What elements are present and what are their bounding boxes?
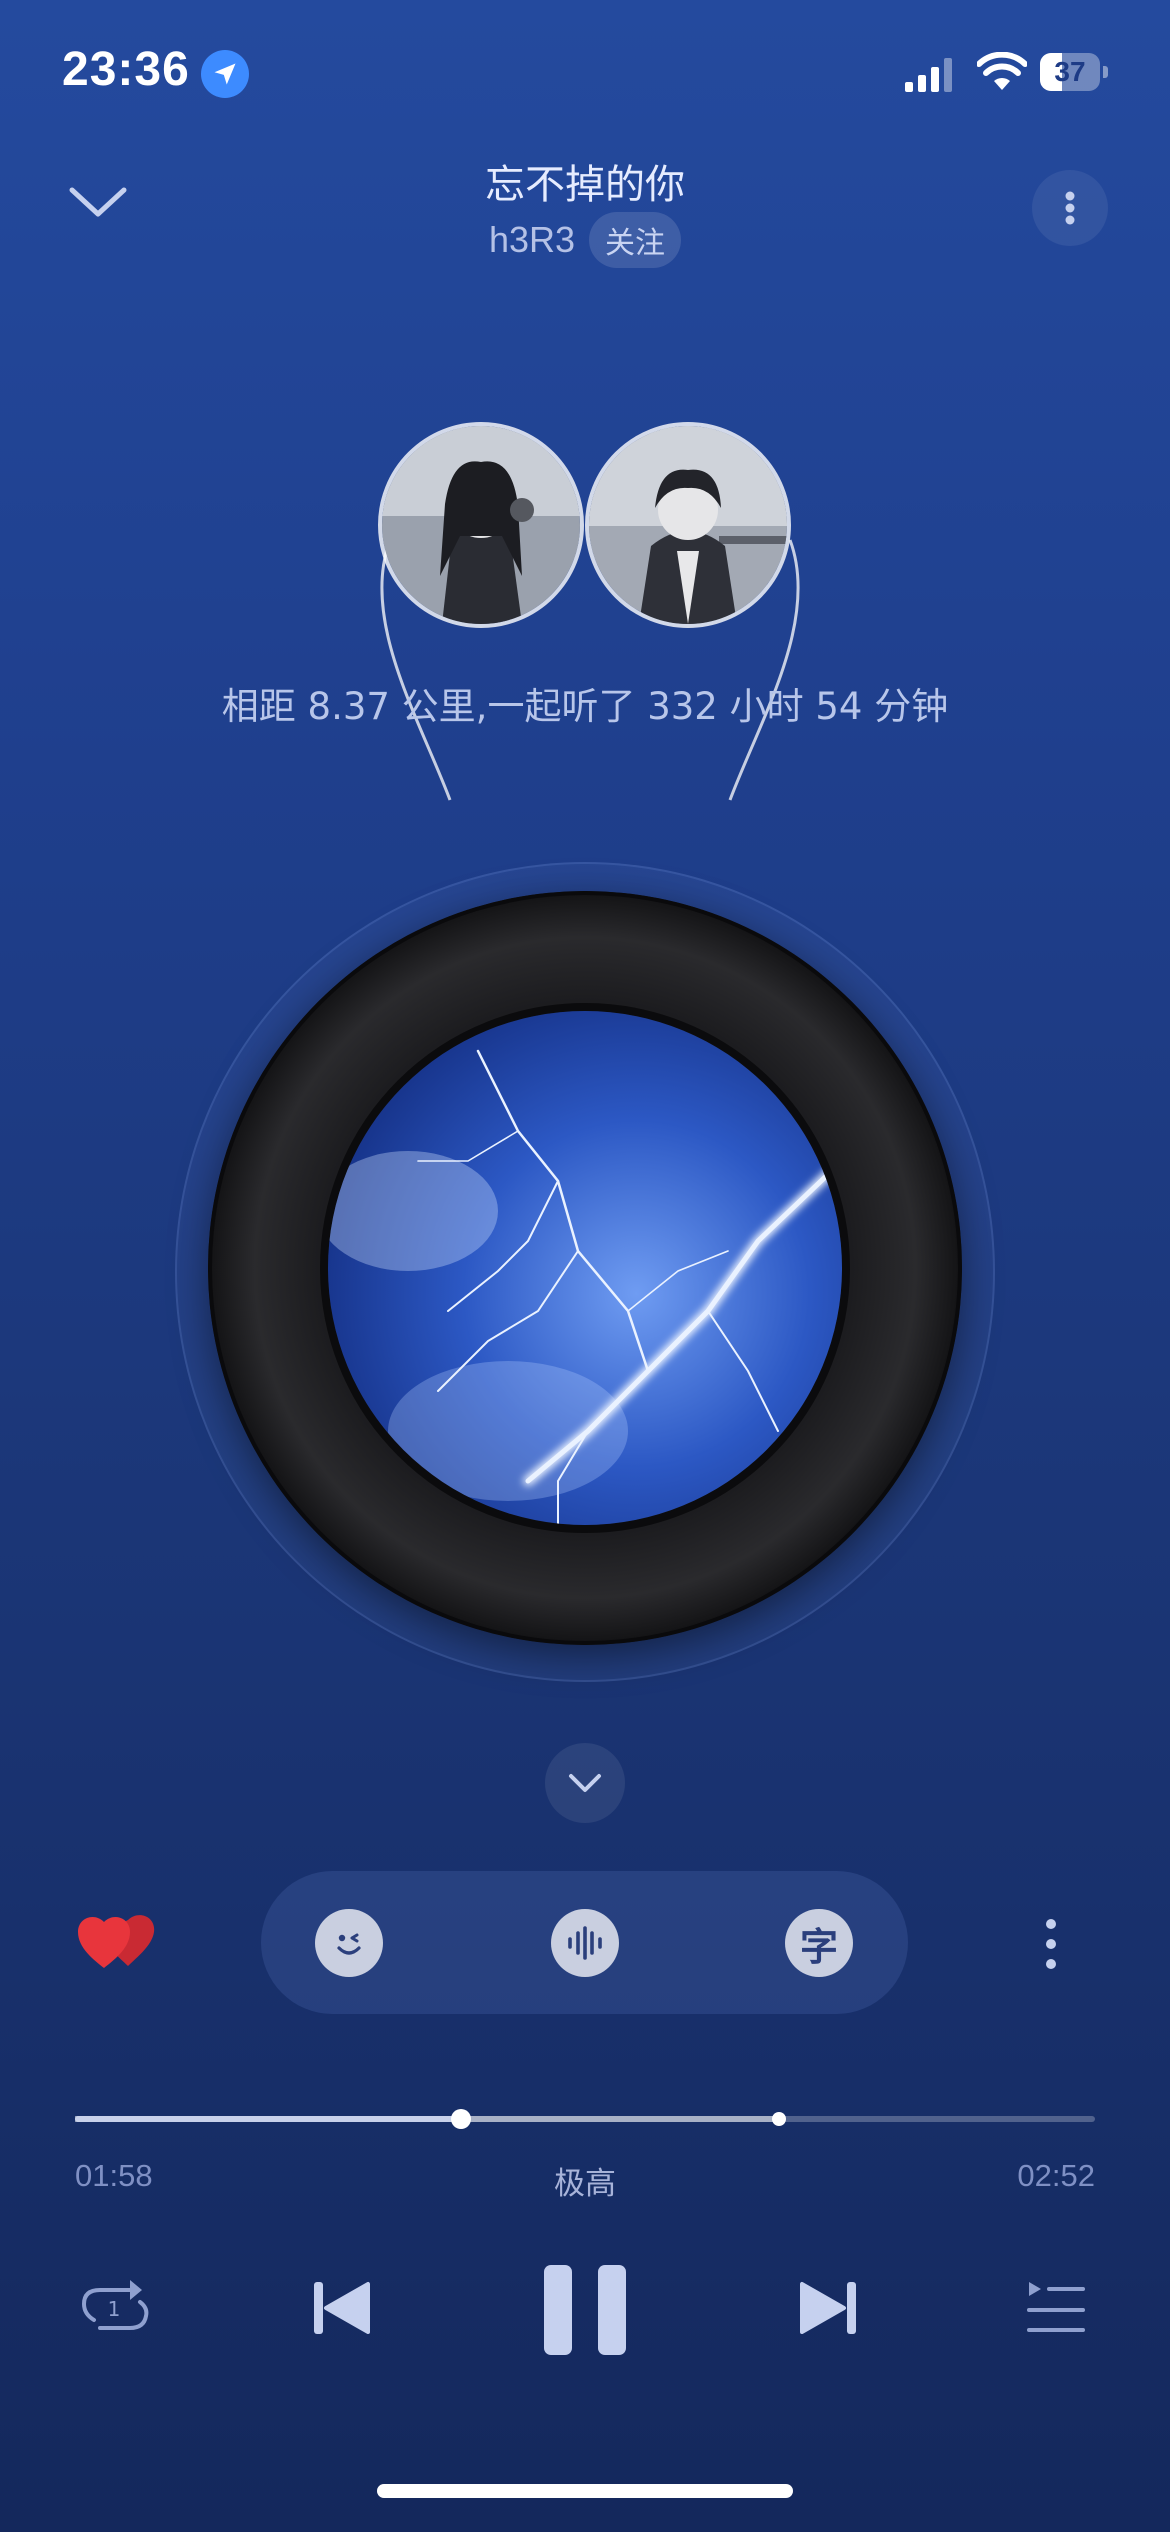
buffer-marker [771, 2112, 786, 2126]
progress-played [75, 2116, 461, 2122]
artist-row: h3R3 关注 [0, 212, 1170, 268]
song-title: 忘不掉的你 [485, 162, 685, 208]
total-duration: 02:52 [1017, 2158, 1095, 2193]
follow-button[interactable]: 关注 [589, 212, 682, 268]
wifi-icon [977, 52, 1027, 90]
wink-face-icon [337, 1933, 361, 1955]
battery-indicator: 37 [1040, 53, 1110, 91]
user-avatar-left[interactable] [378, 422, 584, 628]
progress-thumb[interactable] [450, 2109, 471, 2129]
more-options-button[interactable] [1032, 170, 1108, 246]
pause-icon[interactable] [542, 2265, 628, 2355]
artist-name[interactable]: h3R3 [489, 219, 575, 261]
audio-quality[interactable]: 极高 [0, 2158, 1170, 2203]
more-vertical-icon[interactable] [1036, 1914, 1066, 1974]
playlist-icon[interactable] [1025, 2280, 1087, 2336]
lyrics-button[interactable]: 字 [785, 1909, 853, 1977]
location-arrow-icon [201, 50, 249, 98]
status-time: 23:36 [62, 43, 190, 96]
repeat-one-icon: 1 [81, 2280, 149, 2330]
user-avatar-right[interactable] [585, 422, 791, 628]
repeat-one-button[interactable]: 1 [80, 2276, 152, 2336]
cellular-signal-icon [905, 58, 952, 92]
sound-wave-icon [568, 1926, 602, 1960]
expand-button[interactable] [545, 1743, 625, 1823]
next-icon[interactable] [798, 2280, 858, 2336]
more-vertical-icon [1065, 191, 1075, 225]
lyrics-char-icon: 字 [799, 1924, 838, 1969]
wink-face-button[interactable] [315, 1909, 383, 1977]
previous-icon[interactable] [312, 2280, 372, 2336]
chevron-down-icon [569, 1774, 601, 1792]
repeat-badge: 1 [108, 2297, 121, 2321]
double-heart-icon[interactable] [76, 1910, 156, 1974]
album-cover[interactable] [320, 1003, 850, 1533]
listen-together-stats: 相距 8.37 公里,一起听了 332 小时 54 分钟 [221, 685, 949, 728]
battery-percent: 37 [1054, 56, 1086, 87]
home-indicator[interactable] [377, 2484, 793, 2498]
sound-effect-button[interactable] [551, 1909, 619, 1977]
